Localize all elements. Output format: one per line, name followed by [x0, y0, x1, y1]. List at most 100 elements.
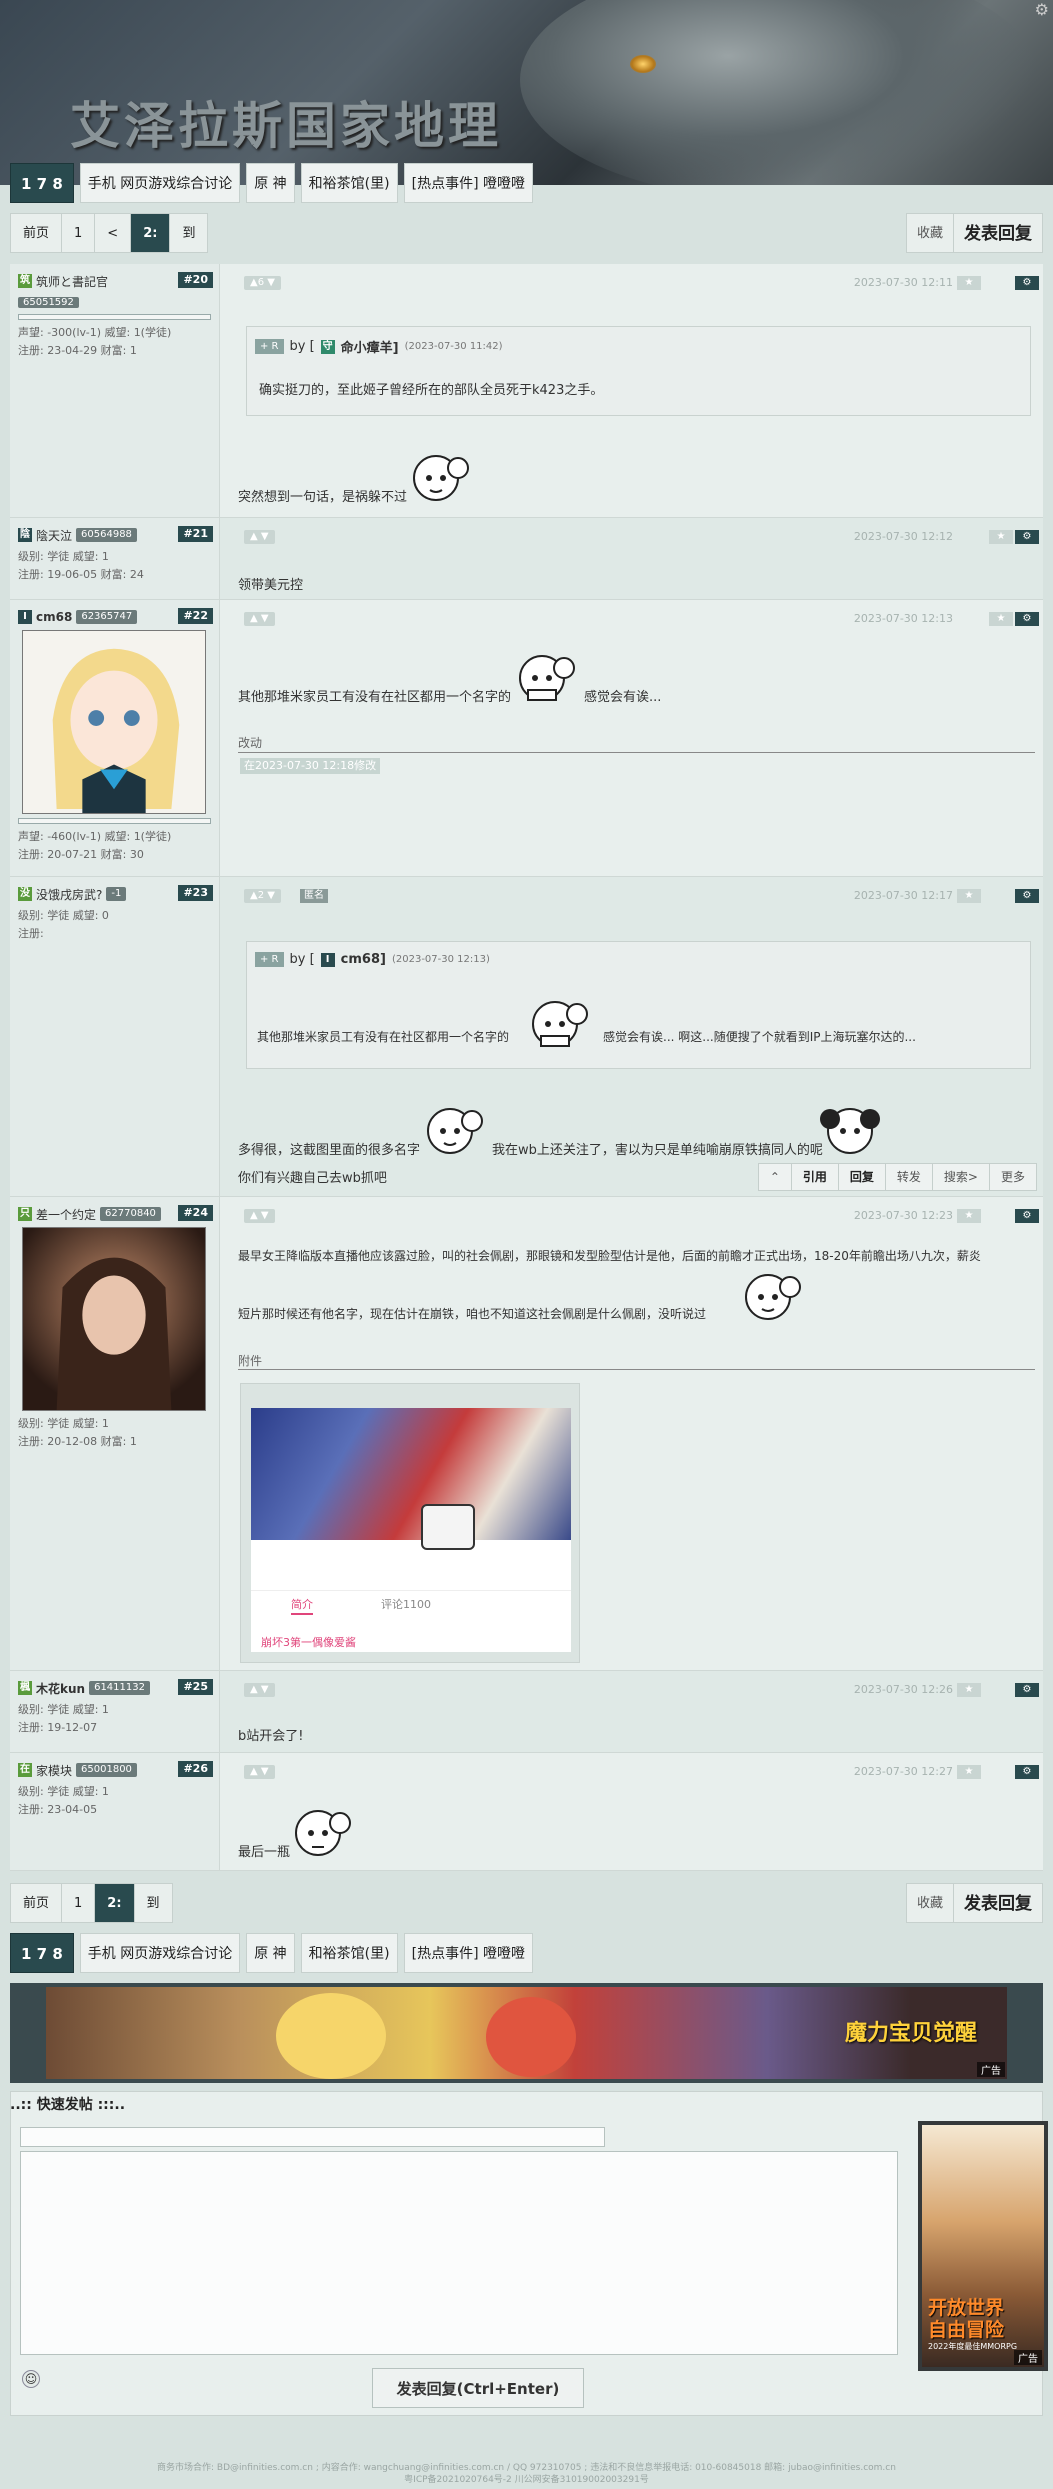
user-id[interactable]: 62770840	[100, 1207, 161, 1221]
smile-icon[interactable]: ☺	[22, 2370, 40, 2388]
star-icon[interactable]: ★	[957, 1209, 981, 1223]
gear-icon[interactable]: ⚙	[1015, 530, 1039, 544]
attachment-image[interactable]: 简介 评论1100 崩坏3第一偶像爱酱	[251, 1408, 571, 1652]
content-textarea[interactable]	[20, 2151, 898, 2355]
quote-by: by [	[289, 339, 315, 354]
post: 筑筑师と書記官 65051592 声望: -300(lv-1) 威望: 1(学徒…	[10, 264, 1043, 518]
star-icon[interactable]: ★	[989, 612, 1013, 626]
header-banner: ⚙ 艾泽拉斯国家地理	[0, 0, 1053, 185]
user-id[interactable]: 62365747	[76, 610, 138, 624]
pager-current[interactable]: 2:	[130, 213, 171, 253]
pager-page[interactable]: 1	[61, 213, 96, 253]
user-avatar[interactable]	[22, 1227, 206, 1411]
pager-back[interactable]: <	[94, 213, 132, 253]
quote-button[interactable]: 引用	[790, 1164, 838, 1190]
user-id[interactable]: 65051592	[18, 297, 79, 308]
ad-banner[interactable]: 魔力宝贝觉醒 广告	[10, 1983, 1043, 2083]
vote-button[interactable]: ▲ ▼	[244, 1765, 275, 1779]
user-avatar-icon: I	[18, 610, 32, 624]
user-panel: 筑筑师と書記官 65051592 声望: -300(lv-1) 威望: 1(学徒…	[10, 264, 220, 517]
username[interactable]: 木花kun	[36, 1680, 85, 1697]
pager-page[interactable]: 1	[61, 1883, 96, 1923]
vote-button[interactable]: ▲2 ▼	[244, 889, 281, 903]
user-id[interactable]: 65001800	[76, 1763, 137, 1777]
tab-comments[interactable]: 评论1100	[381, 1596, 431, 1612]
star-icon[interactable]: ★	[957, 889, 981, 903]
star-icon[interactable]: ★	[957, 276, 981, 290]
gear-icon[interactable]: ⚙	[1015, 1765, 1039, 1779]
floor-number[interactable]: #23	[178, 885, 213, 901]
user-panel: 在家模块 65001800 级别: 学徒 威望: 1 注册: 23-04-05 #…	[10, 1753, 220, 1870]
breadcrumb-home[interactable]: 1 7 8	[10, 163, 74, 203]
username[interactable]: cm68	[36, 610, 72, 624]
username[interactable]: 没饿戌房武?	[36, 886, 102, 903]
vote-button[interactable]: ▲6 ▼	[244, 276, 281, 290]
user-stat: 注册: 23-04-29 财富: 1	[18, 344, 137, 357]
star-icon[interactable]: ★	[989, 530, 1013, 544]
collapse-button[interactable]: ⌃	[759, 1164, 791, 1190]
user-avatar-icon: I	[320, 952, 335, 967]
pager-prev[interactable]: 前页	[10, 1883, 63, 1923]
vote-button[interactable]: ▲ ▼	[244, 1209, 275, 1223]
quote-tag[interactable]: + R	[255, 339, 284, 354]
gear-icon[interactable]: ⚙	[1015, 1209, 1039, 1223]
user-id[interactable]: -1	[106, 887, 127, 901]
pager-goto[interactable]: 到	[133, 1883, 173, 1923]
collect-button[interactable]: 收藏	[905, 1883, 954, 1923]
ad-image[interactable]: 魔力宝贝觉醒 广告	[46, 1987, 1007, 2079]
username[interactable]: 筑师と書記官	[36, 273, 108, 290]
quote-user[interactable]: 命小瘴羊]	[341, 337, 399, 356]
breadcrumb-item[interactable]: 手机 网页游戏综合讨论	[79, 163, 241, 203]
breadcrumb-item[interactable]: 和裕茶馆(里)	[300, 1933, 398, 1973]
site-title[interactable]: 艾泽拉斯国家地理	[70, 86, 502, 158]
gear-icon[interactable]: ⚙	[1035, 0, 1049, 19]
floor-number[interactable]: #25	[178, 1679, 213, 1695]
username[interactable]: 陰天泣	[36, 527, 72, 544]
reply-button[interactable]: 发表回复	[953, 1883, 1043, 1923]
subject-input[interactable]	[20, 2127, 605, 2147]
user-id[interactable]: 60564988	[76, 528, 137, 542]
gear-icon[interactable]: ⚙	[1015, 1683, 1039, 1697]
side-ad-image[interactable]: 开放世界 自由冒险 2022年度最佳MMORPG 广告	[922, 2125, 1044, 2367]
gear-icon[interactable]: ⚙	[1015, 612, 1039, 626]
breadcrumb-item[interactable]: 和裕茶馆(里)	[300, 163, 398, 203]
tab-intro[interactable]: 简介	[291, 1596, 313, 1612]
side-ad[interactable]: 开放世界 自由冒险 2022年度最佳MMORPG 广告	[918, 2121, 1048, 2371]
floor-number[interactable]: #26	[178, 1761, 213, 1777]
reply-post-button[interactable]: 回复	[837, 1164, 885, 1190]
quote-user[interactable]: cm68]	[341, 952, 386, 967]
floor-number[interactable]: #22	[178, 608, 213, 624]
collect-button[interactable]: 收藏	[905, 213, 954, 253]
submit-reply-button[interactable]: 发表回复(Ctrl+Enter)	[372, 2368, 584, 2408]
user-id[interactable]: 61411132	[89, 1681, 150, 1695]
more-button[interactable]: 更多	[988, 1164, 1036, 1190]
breadcrumb-home[interactable]: 1 7 8	[10, 1933, 74, 1973]
footer-icp[interactable]: 粤ICP备2021020764号-2 川公网安备31019002003291号	[0, 2474, 1053, 2486]
breadcrumb-item[interactable]: [热点事件] 噔噔噔	[403, 163, 533, 203]
vote-button[interactable]: ▲ ▼	[244, 530, 275, 544]
search-button[interactable]: 搜索>	[931, 1164, 989, 1190]
user-avatar[interactable]	[22, 630, 206, 814]
floor-number[interactable]: #24	[178, 1205, 213, 1221]
breadcrumb-item[interactable]: 原 神	[246, 163, 295, 203]
gear-icon[interactable]: ⚙	[1015, 276, 1039, 290]
floor-number[interactable]: #21	[178, 526, 213, 542]
post-text: 我在wb上还关注了，害以为只是单纯喻崩原铁搞同人的呢	[492, 1143, 823, 1158]
forward-button[interactable]: 转发	[884, 1164, 932, 1190]
pager-prev[interactable]: 前页	[10, 213, 63, 253]
pager-current[interactable]: 2:	[94, 1883, 135, 1923]
breadcrumb-item[interactable]: 原 神	[246, 1933, 295, 1973]
vote-button[interactable]: ▲ ▼	[244, 612, 275, 626]
gear-icon[interactable]: ⚙	[1015, 889, 1039, 903]
breadcrumb-item[interactable]: [热点事件] 噔噔噔	[403, 1933, 533, 1973]
breadcrumb-item[interactable]: 手机 网页游戏综合讨论	[79, 1933, 241, 1973]
reply-button[interactable]: 发表回复	[953, 213, 1043, 253]
floor-number[interactable]: #20	[178, 272, 213, 288]
vote-button[interactable]: ▲ ▼	[244, 1683, 275, 1697]
username[interactable]: 差一个约定	[36, 1206, 96, 1223]
pager-goto[interactable]: 到	[169, 213, 209, 253]
star-icon[interactable]: ★	[957, 1765, 981, 1779]
star-icon[interactable]: ★	[957, 1683, 981, 1697]
quote-tag[interactable]: + R	[255, 952, 284, 967]
username[interactable]: 家模块	[36, 1762, 72, 1779]
